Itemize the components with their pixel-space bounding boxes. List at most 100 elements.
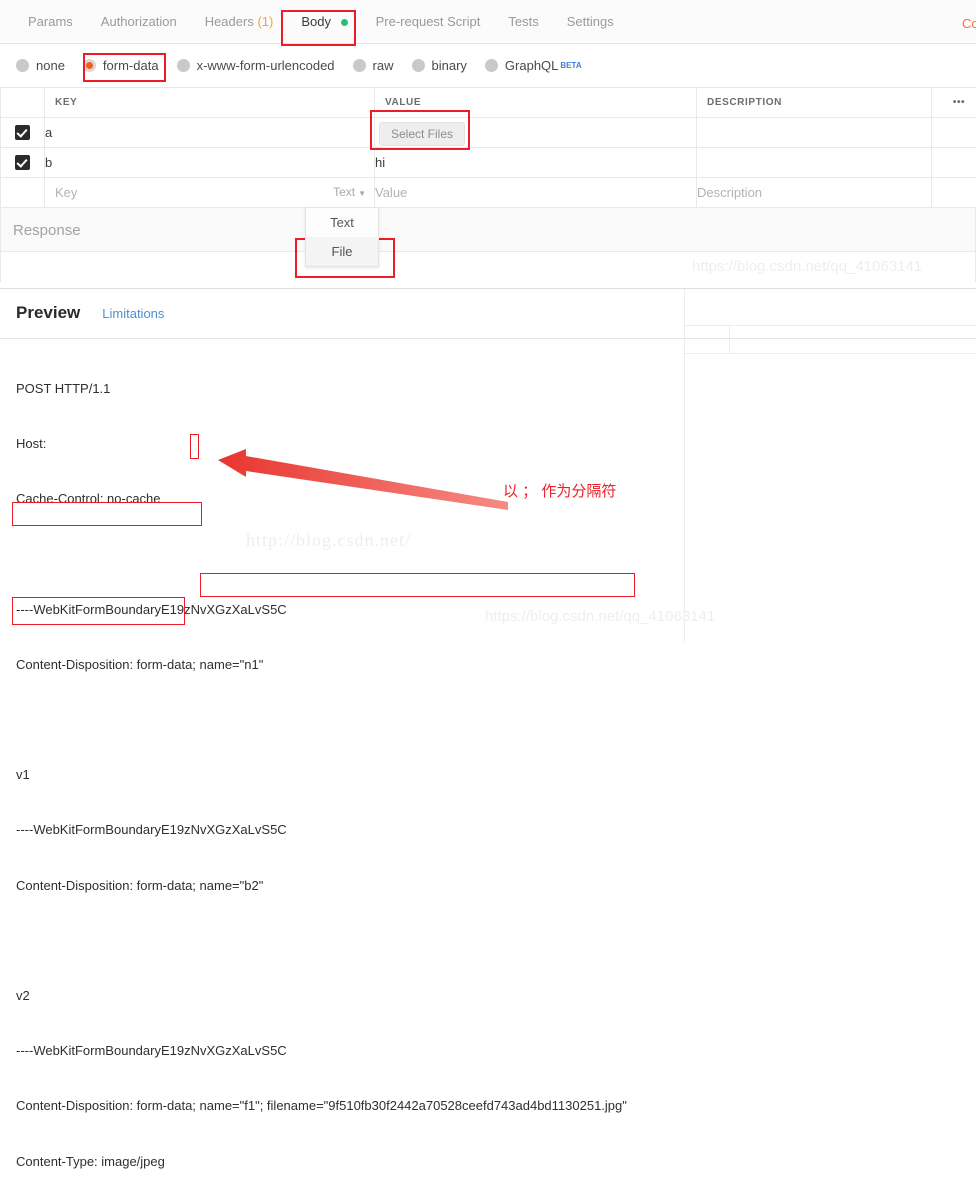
table-row: a Select Files xyxy=(1,117,976,147)
limitations-link[interactable]: Limitations xyxy=(102,306,164,321)
preview-line: Content-Disposition: form-data; name="f1… xyxy=(16,1097,956,1115)
value-type-dropdown[interactable]: Text▼ xyxy=(333,185,366,199)
preview-line: v1 xyxy=(16,766,956,784)
radio-icon-graphql xyxy=(485,59,498,72)
response-empty-area xyxy=(0,252,976,282)
preview-line xyxy=(16,711,956,729)
preview-underline xyxy=(0,338,976,339)
tab-tests[interactable]: Tests xyxy=(494,0,552,44)
row-value-b[interactable]: hi xyxy=(375,147,697,177)
row-key-a[interactable]: a xyxy=(45,117,375,147)
new-row-more xyxy=(932,177,976,207)
row-checkbox-cell[interactable] xyxy=(1,147,45,177)
response-section: Response xyxy=(0,208,976,252)
new-row-checkbox-cell xyxy=(1,177,45,207)
row-key-b[interactable]: b xyxy=(45,147,375,177)
request-tabbar: Params Authorization Headers (1) Body Pr… xyxy=(0,0,976,44)
table-header-row: KEY VALUE DESCRIPTION ••• xyxy=(1,88,976,117)
radio-icon-urlencoded xyxy=(177,59,190,72)
preview-line: Host: xyxy=(16,435,956,453)
row-checkbox-b[interactable] xyxy=(15,155,30,170)
tab-authorization[interactable]: Authorization xyxy=(87,0,191,44)
preview-line: POST HTTP/1.1 xyxy=(16,380,956,398)
radio-icon-form-data xyxy=(83,59,96,72)
tab-body-label: Body xyxy=(301,14,331,29)
preview-line: Content-Type: image/jpeg xyxy=(16,1153,956,1171)
preview-line: Cache-Control: no-cache xyxy=(16,490,956,508)
table-row: b hi xyxy=(1,147,976,177)
preview-line: ----WebKitFormBoundaryE19zNvXGzXaLvS5C xyxy=(16,821,956,839)
body-type-graphql[interactable]: GraphQL BETA xyxy=(485,58,582,73)
tab-pre-request-script-label: Pre-request Script xyxy=(376,14,481,29)
tab-params[interactable]: Params xyxy=(14,0,87,44)
header-cell-description: DESCRIPTION xyxy=(697,88,932,117)
tab-pre-request-script[interactable]: Pre-request Script xyxy=(362,0,495,44)
preview-line xyxy=(16,932,956,950)
request-tabs: Params Authorization Headers (1) Body Pr… xyxy=(0,0,628,43)
body-type-graphql-label: GraphQL xyxy=(505,58,558,73)
tab-tests-label: Tests xyxy=(508,14,538,29)
panel-divider xyxy=(0,288,976,289)
row-description-a[interactable] xyxy=(697,117,932,147)
tab-params-label: Params xyxy=(28,14,73,29)
graphql-beta-badge: BETA xyxy=(560,61,581,70)
preview-line: Content-Disposition: form-data; name="b2… xyxy=(16,877,956,895)
row-more-b xyxy=(932,147,976,177)
header-cell-value: VALUE xyxy=(375,88,697,117)
preview-body-text: POST HTTP/1.1 Host: Cache-Control: no-ca… xyxy=(16,343,956,1189)
response-label: Response xyxy=(13,222,81,239)
radio-icon-raw xyxy=(353,59,366,72)
preview-line: ----WebKitFormBoundaryE19zNvXGzXaLvS5C xyxy=(16,1042,956,1060)
row-checkbox-cell[interactable] xyxy=(1,117,45,147)
preview-line: v2 xyxy=(16,987,956,1005)
annotation-chinese-note: 以 ； 作为分隔符 xyxy=(503,480,616,501)
chevron-down-icon: ▼ xyxy=(358,189,366,198)
radio-icon-none xyxy=(16,59,29,72)
body-type-raw[interactable]: raw xyxy=(353,58,394,73)
row-description-b[interactable] xyxy=(697,147,932,177)
body-type-urlencoded-label: x-www-form-urlencoded xyxy=(197,58,335,73)
value-type-label: Text xyxy=(333,185,355,199)
body-status-dot-icon xyxy=(341,19,348,26)
body-type-form-data-label: form-data xyxy=(103,58,159,73)
body-type-binary-label: binary xyxy=(432,58,467,73)
body-type-radio-group: none form-data x-www-form-urlencoded raw… xyxy=(0,44,976,88)
header-cell-key: KEY xyxy=(45,88,375,117)
form-data-table: KEY VALUE DESCRIPTION ••• a Select Files… xyxy=(0,88,976,208)
body-type-urlencoded[interactable]: x-www-form-urlencoded xyxy=(177,58,335,73)
header-cell-check xyxy=(1,88,45,117)
body-type-none[interactable]: none xyxy=(16,58,65,73)
dropdown-item-file[interactable]: File xyxy=(306,237,378,266)
dropdown-item-text[interactable]: Text xyxy=(306,208,378,237)
preview-line: ----WebKitFormBoundaryE19zNvXGzXaLvS5C xyxy=(16,601,956,619)
tab-settings[interactable]: Settings xyxy=(553,0,628,44)
body-type-binary[interactable]: binary xyxy=(412,58,467,73)
body-type-raw-label: raw xyxy=(373,58,394,73)
new-row-key-cell[interactable]: Key Text▼ xyxy=(45,177,375,207)
value-type-dropdown-menu: Text File xyxy=(305,208,379,267)
row-more-a xyxy=(932,117,976,147)
tab-authorization-label: Authorization xyxy=(101,14,177,29)
preview-line xyxy=(16,545,956,563)
table-options-icon[interactable]: ••• xyxy=(932,88,976,117)
select-files-button[interactable]: Select Files xyxy=(379,122,465,146)
radio-icon-binary xyxy=(412,59,425,72)
new-row-value-placeholder[interactable]: Value xyxy=(375,177,697,207)
body-type-none-label: none xyxy=(36,58,65,73)
tab-headers[interactable]: Headers (1) xyxy=(191,0,288,44)
preview-tabbar: Preview Limitations xyxy=(16,303,164,323)
guide-line xyxy=(684,325,976,326)
table-new-row: Key Text▼ Value Description xyxy=(1,177,976,207)
row-value-a[interactable]: Select Files xyxy=(375,117,697,147)
tab-headers-count: (1) xyxy=(257,14,273,29)
row-checkbox-a[interactable] xyxy=(15,125,30,140)
tab-settings-label: Settings xyxy=(567,14,614,29)
tab-headers-label: Headers xyxy=(205,14,254,29)
preview-line: Content-Disposition: form-data; name="n1… xyxy=(16,656,956,674)
body-type-form-data[interactable]: form-data xyxy=(83,58,159,73)
new-row-description-placeholder[interactable]: Description xyxy=(697,177,932,207)
tab-body[interactable]: Body xyxy=(287,0,361,44)
new-row-key-placeholder: Key xyxy=(55,185,77,200)
preview-title: Preview xyxy=(16,303,80,323)
cookies-link[interactable]: Cookies xyxy=(962,16,976,31)
